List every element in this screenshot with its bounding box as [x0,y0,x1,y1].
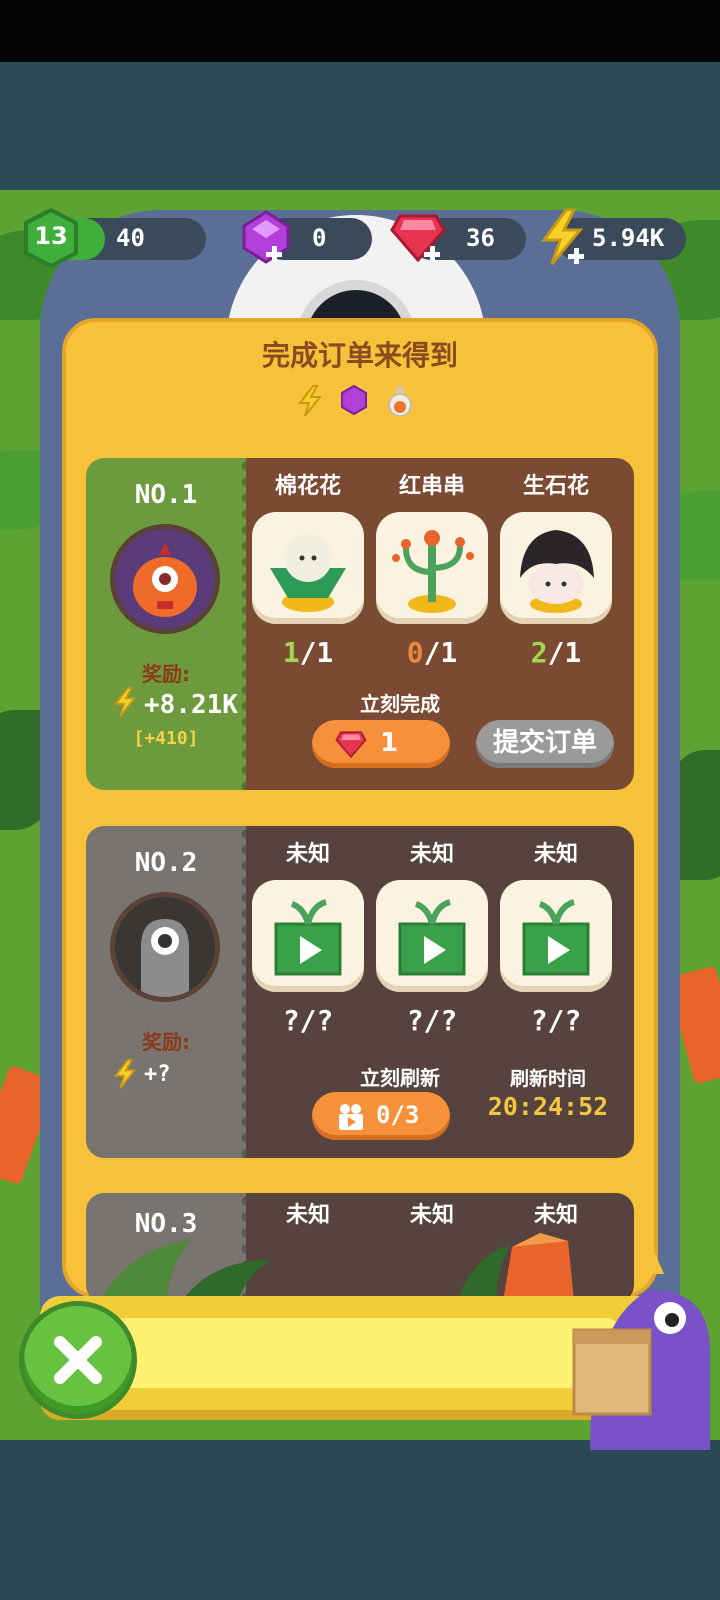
item-count: ?/? [282,1004,334,1037]
item-name: 棉花花 [274,474,341,499]
customer-avatar [110,524,220,634]
reward-bonus: [+410] [133,728,199,749]
add-red-gem-icon[interactable] [424,246,440,262]
refresh-time: 20:24:52 [487,1092,609,1121]
energy-bolt-icon [113,1059,137,1089]
order-number: NO.1 [134,480,198,510]
status-bar [0,0,720,62]
energy-bolt-icon [297,385,323,417]
item-count: ?/? [530,1004,582,1037]
video-seed-icon [274,899,342,976]
item-name: 未知 [533,842,578,867]
cotton-flower-icon [270,534,346,612]
refresh-time-label: 刷新时间 [509,1068,586,1090]
order-2-items: 未知 ?/? 未知 ?/? 未知 ?/? 立刻刷新 0/3 刷新时间 20:24… [246,826,634,1158]
instant-complete-button[interactable]: 1 [312,720,450,768]
video-ad-icon [339,1104,363,1130]
item-count: 0/1 [406,636,458,669]
order-2-info: NO.2 奖励: +? [86,826,246,1158]
item-name: 未知 [409,842,454,867]
item-tile-living-stone[interactable] [500,512,612,624]
energy-value: 5.94K [592,224,665,252]
dino-mascot [572,1242,710,1450]
close-button[interactable] [24,1306,132,1414]
purple-gem-value: 0 [312,224,327,252]
item-tile-video-seed[interactable] [376,880,488,992]
reward-label: 奖励: [142,1030,190,1054]
order-card-2: NO.2 奖励: +? 未知 ?/? 未知 ?/? 未知 ?/? 立刻刷新 0/… [86,826,634,1158]
reward-value: +8.21K [144,690,238,720]
add-purple-gem-icon[interactable] [266,246,282,262]
submit-order-button[interactable]: 提交订单 [476,720,614,768]
item-name: 红串串 [398,474,465,499]
order-card-1: NO.1 奖励: +8.21K [+410] 棉花花 1/1 红串串 0/1 生… [86,458,634,790]
order-1-items: 棉花花 1/1 红串串 0/1 生石花 2/1 立刻完成 1 提交订单 [246,458,634,790]
item-tile-cotton-flower[interactable] [252,512,364,624]
order-number: NO.2 [134,848,198,878]
red-gem-icon [335,731,367,758]
customer-avatar-locked [110,892,220,1002]
purple-gem-icon [341,385,367,415]
item-name: 未知 [285,1203,330,1228]
living-stone-flower-icon [520,530,594,613]
item-count: 2/1 [530,636,582,669]
item-count: ?/? [406,1004,458,1037]
panel-title: 完成订单来得到 [261,339,458,372]
level-value: 13 [34,222,68,250]
instant-complete-label: 立刻完成 [360,692,440,716]
item-name: 生石花 [522,474,589,499]
potion-icon [388,386,412,417]
background-bottom [0,1440,720,1600]
video-seed-icon [398,899,466,976]
instant-refresh-button[interactable]: 0/3 [312,1092,450,1140]
refresh-count: 0/3 [376,1101,420,1129]
video-seed-icon [522,899,590,976]
red-cactus-icon [392,530,474,613]
order-1-info: NO.1 奖励: +8.21K [+410] [86,458,246,790]
background-top [0,62,720,190]
instant-cost: 1 [380,728,399,758]
item-count: 1/1 [282,636,334,669]
instant-refresh-label: 立刻刷新 [360,1066,440,1090]
energy-bolt-icon [113,687,137,717]
xp-value: 40 [116,224,145,252]
item-tile-video-seed[interactable] [500,880,612,992]
item-tile-red-cactus[interactable] [376,512,488,624]
item-name: 未知 [285,842,330,867]
reward-label: 奖励: [142,662,190,686]
add-energy-icon[interactable] [568,248,584,264]
close-icon [54,1336,102,1384]
item-tile-video-seed[interactable] [252,880,364,992]
red-gem-value: 36 [466,224,495,252]
reward-value: +? [144,1062,171,1087]
